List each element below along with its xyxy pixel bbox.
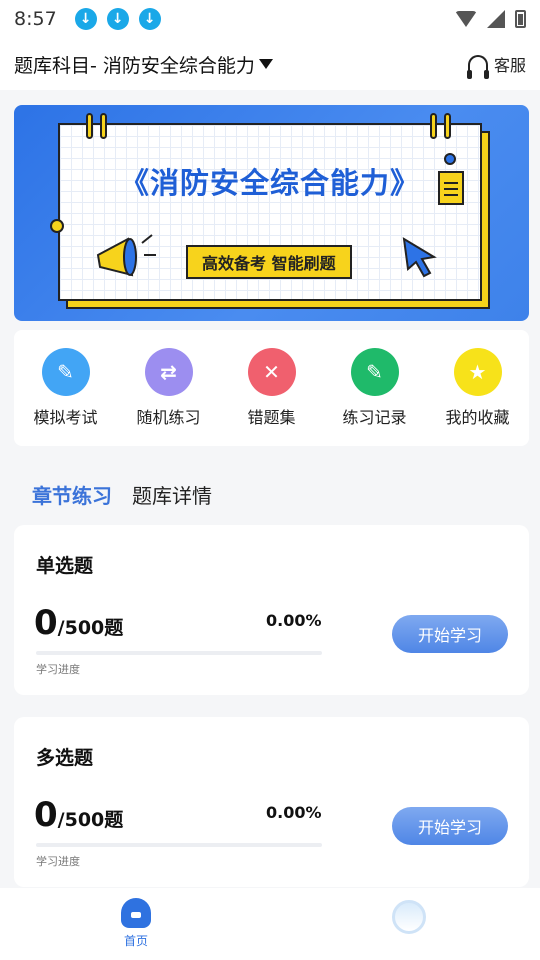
done-count: 0	[34, 603, 58, 643]
subject-selector[interactable]: 题库科目- 消防安全综合能力	[14, 51, 273, 78]
signal-icon	[487, 10, 505, 28]
document-icon	[438, 171, 464, 205]
nav-home-label: 首页	[123, 934, 148, 948]
status-indicators	[455, 10, 526, 28]
question-set-title: 单选题	[36, 555, 94, 577]
download-icon: ↓	[106, 8, 129, 30]
star-icon: ★	[453, 348, 502, 396]
question-count: 0 /500题	[34, 795, 123, 835]
total-count: /500题	[57, 617, 124, 639]
progress-bar	[36, 843, 322, 847]
caret-down-icon	[258, 59, 273, 69]
wrong-questions-icon: ✕	[247, 348, 296, 396]
quick-menu: ✎ 模拟考试 ⇄ 随机练习 ✕ 错题集 ✎ 练习记录 ★ 我的收藏	[14, 330, 529, 446]
menu-item-random-practice[interactable]: ⇄ 随机练习	[119, 348, 219, 428]
total-count: /500题	[57, 809, 124, 831]
decor-dot	[444, 153, 456, 165]
nav-home[interactable]: 首页	[106, 898, 166, 949]
exam-doc-icon: ✎	[41, 348, 90, 396]
question-set-card: 多选题 0 /500题 0.00% 学习进度 开始学习	[14, 717, 529, 887]
cursor-arrow-icon	[402, 237, 437, 278]
subject-label: 题库科目- 消防安全综合能力	[14, 54, 255, 77]
tab-chapter-practice[interactable]: 章节练习	[32, 470, 112, 509]
menu-label: 随机练习	[136, 408, 201, 427]
app-header: 题库科目- 消防安全综合能力 客服	[0, 38, 540, 90]
promo-banner[interactable]: 《消防安全综合能力》 高效备考 智能刷题	[14, 105, 529, 321]
banner-tagline: 高效备考 智能刷题	[186, 245, 352, 279]
menu-item-favorites[interactable]: ★ 我的收藏	[428, 348, 528, 428]
battery-icon	[515, 10, 526, 28]
wifi-icon	[455, 11, 477, 27]
question-set-card: 单选题 0 /500题 0.00% 学习进度 开始学习	[14, 525, 529, 695]
binder-ring-icon	[86, 113, 93, 139]
banner-title: 《消防安全综合能力》	[119, 166, 420, 200]
menu-label: 我的收藏	[445, 408, 510, 427]
service-label: 客服	[493, 56, 526, 75]
menu-label: 错题集	[247, 408, 296, 427]
menu-item-mock-exam[interactable]: ✎ 模拟考试	[16, 348, 116, 428]
megaphone-icon	[96, 234, 156, 277]
customer-service-button[interactable]: 客服	[466, 52, 526, 79]
content-tabs: 章节练习 题库详情	[32, 470, 212, 509]
menu-label: 模拟考试	[33, 408, 98, 427]
tab-bank-details[interactable]: 题库详情	[132, 480, 212, 509]
progress-bar	[36, 651, 322, 655]
shuffle-icon: ⇄	[144, 348, 193, 396]
menu-label: 练习记录	[342, 408, 407, 427]
done-count: 0	[34, 795, 58, 835]
menu-item-practice-record[interactable]: ✎ 练习记录	[325, 348, 425, 428]
binder-ring-icon	[100, 113, 107, 139]
nav-profile-icon[interactable]	[392, 900, 426, 934]
progress-label: 学习进度	[36, 663, 80, 676]
progress-percent: 0.00%	[266, 803, 322, 822]
start-study-button[interactable]: 开始学习	[392, 807, 508, 845]
bottom-nav: 首页	[0, 888, 540, 960]
download-icon: ↓	[74, 8, 97, 30]
home-icon	[121, 898, 151, 928]
record-icon: ✎	[350, 348, 399, 396]
binder-ring-icon	[430, 113, 437, 139]
headset-icon	[466, 55, 489, 79]
progress-percent: 0.00%	[266, 611, 322, 630]
progress-label: 学习进度	[36, 855, 80, 868]
binder-ring-icon	[444, 113, 451, 139]
decor-dot	[50, 219, 64, 233]
question-set-title: 多选题	[36, 747, 94, 769]
status-bar: 8:57 ↓ ↓ ↓	[0, 0, 540, 38]
menu-item-wrong-questions[interactable]: ✕ 错题集	[222, 348, 322, 428]
download-icon: ↓	[138, 8, 161, 30]
status-time: 8:57	[14, 8, 57, 30]
question-count: 0 /500题	[34, 603, 123, 643]
start-study-button[interactable]: 开始学习	[392, 615, 508, 653]
